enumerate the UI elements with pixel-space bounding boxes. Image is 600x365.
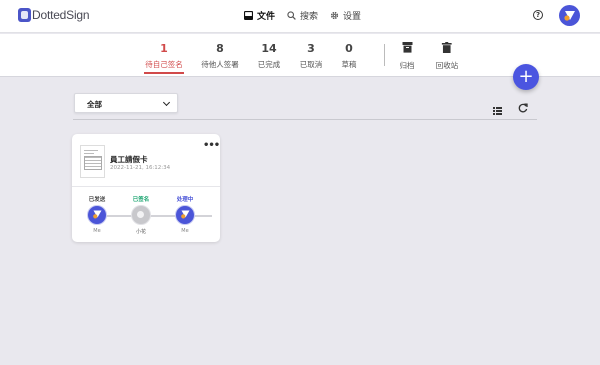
tab-count: 0 — [345, 42, 353, 55]
avatar — [175, 205, 195, 225]
tab-label: 归档 — [399, 61, 415, 70]
more-options-icon[interactable]: ••• — [203, 141, 220, 151]
document-thumbnail — [80, 145, 105, 178]
nav-settings[interactable]: 设置 — [330, 9, 361, 22]
tab-cancelled[interactable]: 3 已取消 — [300, 42, 323, 70]
step-status: 处理中 — [176, 197, 194, 203]
tab-count: 3 — [307, 42, 315, 55]
tab-count: 14 — [261, 42, 277, 55]
tabs-divider — [384, 44, 385, 66]
filter-select[interactable]: 全部 — [74, 93, 178, 113]
active-tab-indicator — [144, 72, 184, 74]
step-processing: 处理中 Me — [175, 195, 195, 234]
nav-search[interactable]: 搜索 — [287, 9, 318, 22]
tab-count: 8 — [216, 42, 224, 55]
refresh-icon[interactable] — [518, 98, 528, 117]
logo-icon — [18, 8, 31, 22]
step-name: Me — [93, 228, 101, 234]
document-title: 員工請假卡 — [110, 155, 148, 164]
help-icon[interactable]: ? — [533, 10, 543, 20]
tab-label: 草稿 — [341, 60, 357, 69]
step-name: 小花 — [135, 229, 146, 235]
content-divider — [73, 119, 537, 120]
trash-icon — [436, 42, 459, 57]
tab-archive[interactable]: 归档 — [400, 42, 415, 71]
document-date: 2022-11-21, 16:12:34 — [110, 165, 171, 171]
nav-documents[interactable]: 文件 — [244, 9, 275, 22]
nav-search-label: 搜索 — [300, 12, 319, 22]
step-status: 已发送 — [88, 197, 106, 203]
user-avatar[interactable] — [559, 5, 580, 26]
tab-label: 待他人签署 — [201, 60, 239, 69]
avatar — [87, 205, 107, 225]
tab-completed[interactable]: 14 已完成 — [258, 42, 281, 70]
tab-label: 已完成 — [257, 60, 281, 69]
chevron-down-icon — [162, 98, 171, 107]
inbox-icon — [244, 11, 253, 20]
archive-icon — [400, 42, 415, 57]
search-icon — [287, 11, 296, 20]
tab-trash[interactable]: 回收站 — [435, 42, 459, 71]
filter-selected-value: 全部 — [87, 100, 102, 109]
step-sent: 已发送 Me — [87, 195, 107, 234]
step-name: Me — [181, 228, 189, 234]
status-tabs-bar: 1 待自己签名 8 待他人签署 14 已完成 3 已取消 0 草稿 归档 回收站 — [0, 34, 600, 77]
nav-documents-label: 文件 — [257, 12, 276, 22]
document-card[interactable]: 員工請假卡 2022-11-21, 16:12:34 ••• 已发送 Me 已签… — [72, 134, 220, 242]
tab-awaiting-my-signature[interactable]: 1 待自己签名 — [145, 42, 183, 70]
tab-count: 1 — [160, 42, 168, 55]
card-divider — [72, 186, 220, 187]
avatar — [131, 205, 151, 225]
tab-label: 已取消 — [299, 60, 323, 69]
tab-drafts[interactable]: 0 草稿 — [342, 42, 357, 70]
brand-name: DottedSign — [32, 8, 90, 22]
top-bar: DottedSign 文件 搜索 设置 ? — [0, 0, 600, 33]
tab-label: 回收站 — [435, 61, 459, 70]
step-signed: 已签名 小花 — [131, 195, 151, 235]
logo[interactable]: DottedSign — [18, 8, 90, 22]
step-status: 已签名 — [132, 197, 150, 203]
add-document-button[interactable]: + — [513, 64, 539, 90]
list-view-icon[interactable] — [493, 100, 502, 115]
gear-icon — [330, 11, 339, 20]
tab-awaiting-others[interactable]: 8 待他人签署 — [201, 42, 239, 70]
tab-label: 待自己签名 — [145, 60, 183, 69]
nav-settings-label: 设置 — [343, 12, 362, 22]
